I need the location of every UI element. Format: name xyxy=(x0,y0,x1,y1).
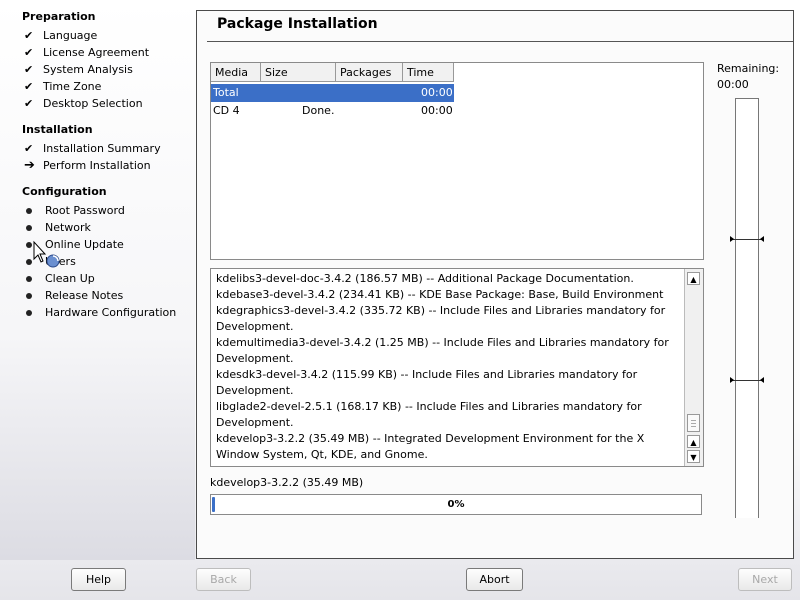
bullet-icon xyxy=(26,309,32,316)
package-progress-bar: 0% xyxy=(210,494,702,515)
step-item: Release Notes xyxy=(24,287,123,304)
back-button[interactable]: Back xyxy=(196,568,251,591)
checkmark-icon: ✔ xyxy=(24,80,34,93)
installation-log[interactable]: kdelibs3-devel-doc-3.4.2 (186.57 MB) -- … xyxy=(210,268,704,467)
cell-media: Total xyxy=(213,86,239,99)
package-installation-panel: Package Installation Media Size Packages… xyxy=(196,10,794,559)
log-line: kdebase3-devel-3.4.2 (234.41 KB) -- KDE … xyxy=(216,288,664,301)
step-label: Perform Installation xyxy=(43,159,151,172)
step-item: ✔ System Analysis xyxy=(24,61,133,78)
remaining-value: 00:00 xyxy=(717,78,749,91)
column-header-packages[interactable]: Packages xyxy=(336,63,403,82)
progress-percent: 0% xyxy=(447,499,465,510)
scroll-up-button[interactable]: ▲ xyxy=(687,272,700,285)
step-label: System Analysis xyxy=(43,63,133,76)
step-label: Release Notes xyxy=(45,289,124,302)
column-header-size[interactable]: Size xyxy=(261,63,336,82)
log-text: kdelibs3-devel-doc-3.4.2 (186.57 MB) -- … xyxy=(216,271,682,463)
installation-steps-sidebar: Preparation ✔ Language ✔ License Agreement ✔ S… xyxy=(0,0,195,560)
scroll-thumb[interactable] xyxy=(687,414,700,432)
table-row[interactable]: Total 00:00 xyxy=(211,84,454,102)
step-item: ➔ Perform Installation xyxy=(24,157,151,174)
current-package-label: kdevelop3-3.2.2 (35.49 MB) xyxy=(210,476,364,489)
log-line: kdesdk3-devel-3.4.2 (115.99 KB) -- Inclu… xyxy=(216,368,638,397)
next-button[interactable]: Next xyxy=(738,568,792,591)
abort-button[interactable]: Abort xyxy=(466,568,523,591)
table-row[interactable]: CD 4 Done. 00:00 xyxy=(211,102,454,120)
checkmark-icon: ✔ xyxy=(24,97,34,110)
cell-time: 00:00 xyxy=(421,86,453,99)
media-progress-gauge xyxy=(730,98,764,518)
media-table-header: Media Size Packages Time xyxy=(211,63,454,83)
checkmark-icon: ✔ xyxy=(24,46,34,59)
step-label: Time Zone xyxy=(43,80,102,93)
gauge-marker xyxy=(730,377,764,383)
log-line: kdegraphics3-devel-3.4.2 (335.72 KB) -- … xyxy=(216,304,666,333)
gauge-marker xyxy=(730,236,764,242)
step-label: License Agreement xyxy=(43,46,150,59)
step-label: Hardware Configuration xyxy=(45,306,177,319)
step-item: ✔ Language xyxy=(24,27,97,44)
scroll-down-button[interactable]: ▼ xyxy=(687,450,700,463)
step-label: Desktop Selection xyxy=(43,97,143,110)
step-label: Installation Summary xyxy=(43,142,161,155)
title-divider xyxy=(207,41,793,42)
section-title: Configuration xyxy=(22,185,107,198)
bullet-icon xyxy=(26,275,32,282)
cell-time: 00:00 xyxy=(421,104,453,117)
log-line: kdemultimedia3-devel-3.4.2 (1.25 MB) -- … xyxy=(216,336,669,365)
bullet-icon xyxy=(26,224,32,231)
remaining-label: Remaining: xyxy=(717,62,780,75)
step-label: Language xyxy=(43,29,98,42)
arrow-right-icon: ➔ xyxy=(24,158,35,173)
column-header-media[interactable]: Media xyxy=(211,63,261,82)
bullet-icon xyxy=(26,292,32,299)
step-item: ✔ Desktop Selection xyxy=(24,95,143,112)
column-header-time[interactable]: Time xyxy=(403,63,454,82)
checkmark-icon: ✔ xyxy=(24,29,34,42)
help-button[interactable]: Help xyxy=(71,568,126,591)
step-item: ✔ Installation Summary xyxy=(24,140,161,157)
checkmark-icon: ✔ xyxy=(24,142,34,155)
cell-media: CD 4 xyxy=(213,104,240,117)
step-item: Hardware Configuration xyxy=(24,304,176,321)
bullet-icon xyxy=(26,207,32,214)
remaining-time: Remaining: 00:00 xyxy=(717,61,779,93)
mouse-cursor-icon xyxy=(32,240,64,275)
step-item: Network xyxy=(24,219,91,236)
log-line: kdelibs3-devel-doc-3.4.2 (186.57 MB) -- … xyxy=(216,272,634,285)
log-line: kdevelop3-3.2.2 (35.49 MB) -- Integrated… xyxy=(216,432,645,461)
step-label: Network xyxy=(45,221,91,234)
cell-size: Done. xyxy=(302,104,335,117)
media-table[interactable]: Media Size Packages Time Total 00:00 CD … xyxy=(210,62,704,260)
page-title: Package Installation xyxy=(217,16,378,32)
scroll-up-button-lower[interactable]: ▲ xyxy=(687,435,700,448)
log-line: libglade2-devel-2.5.1 (168.17 KB) -- Inc… xyxy=(216,400,642,429)
step-label: Root Password xyxy=(45,204,125,217)
section-title: Installation xyxy=(22,123,93,136)
section-title: Preparation xyxy=(22,10,96,23)
log-scrollbar[interactable]: ▲ ▲ ▼ xyxy=(684,269,703,466)
step-item: ✔ License Agreement xyxy=(24,44,149,61)
step-item: Root Password xyxy=(24,202,125,219)
checkmark-icon: ✔ xyxy=(24,63,34,76)
step-item: ✔ Time Zone xyxy=(24,78,101,95)
